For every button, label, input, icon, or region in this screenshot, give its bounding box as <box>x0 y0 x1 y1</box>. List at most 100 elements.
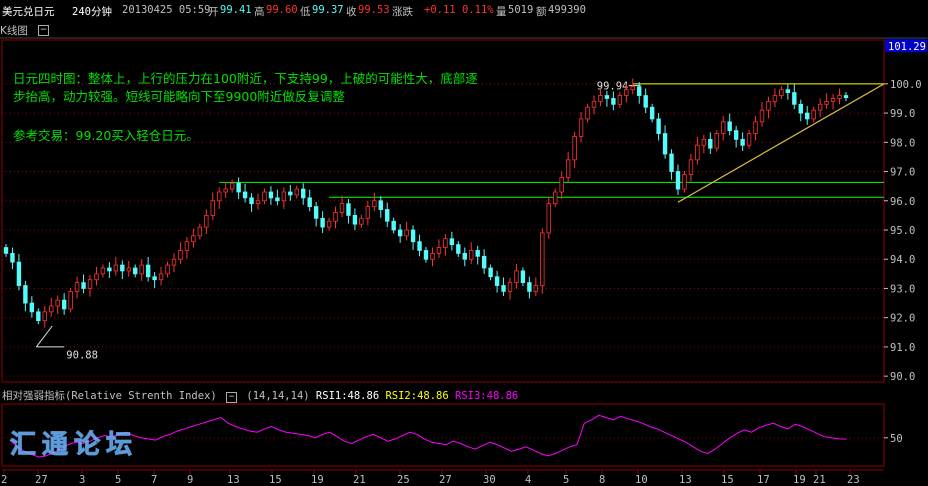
candle-body <box>320 217 325 228</box>
price-tick-label: 96.0 <box>890 196 915 208</box>
candle-body <box>326 220 332 228</box>
candle-body <box>617 95 623 105</box>
candle-body <box>275 197 280 202</box>
annotation-line-1: 日元四时图：整体上，上行的压力在100附近，下支持99，上破的可能性大，底部逐 <box>13 71 478 86</box>
candle-body <box>229 182 235 190</box>
annotation-line-2: 步抬高，动力较强。短线可能略向下至9900附近做反复调整 <box>13 89 345 104</box>
low-marker-line <box>35 325 53 348</box>
candle-body <box>36 311 41 322</box>
candle-body <box>436 247 442 254</box>
candle-body <box>204 214 209 228</box>
candle-body <box>805 112 810 120</box>
candle-body <box>178 250 183 260</box>
candle-body <box>553 191 558 205</box>
date-tick-label: 2 <box>1 474 7 486</box>
date-tick-label: 27 <box>35 474 48 486</box>
candle-body <box>779 89 784 96</box>
candle-body <box>61 299 67 310</box>
candle-body <box>746 133 752 146</box>
candle-body <box>501 285 506 292</box>
price-tick-label: 99.0 <box>890 108 915 120</box>
candle-body <box>378 200 383 210</box>
candle-body <box>830 98 836 102</box>
candle-body <box>475 250 480 257</box>
candle-body <box>766 100 771 111</box>
candle-body <box>630 86 635 91</box>
candle-body <box>662 133 668 155</box>
date-tick-label: 5 <box>115 474 121 486</box>
high-price-label: 99.94 <box>597 81 629 93</box>
candle-body <box>565 159 571 178</box>
candle-body <box>417 241 422 251</box>
candle-body <box>397 229 403 237</box>
candle-body <box>68 290 73 310</box>
candle-body <box>346 203 351 216</box>
candle-body <box>87 279 93 289</box>
price-tick-label: 98.0 <box>890 137 915 149</box>
candle-body <box>242 191 248 199</box>
date-tick-label: 19 <box>793 474 806 486</box>
price-tick-label: 93.0 <box>890 283 915 295</box>
candle-body <box>339 203 345 213</box>
candle-body <box>352 214 358 225</box>
date-tick-label: 21 <box>353 474 366 486</box>
candle-body <box>740 138 745 146</box>
candle-body <box>572 136 577 161</box>
candle-body <box>120 264 125 272</box>
candle-body <box>217 191 222 202</box>
candle-body <box>598 95 603 102</box>
candle-body <box>249 197 254 205</box>
candle-body <box>759 109 765 123</box>
candle-body <box>268 191 274 199</box>
candle-body <box>514 270 519 284</box>
date-tick-label: 3 <box>79 474 85 486</box>
candle-body <box>152 276 157 281</box>
candle-body <box>701 138 707 146</box>
candle-body <box>301 188 306 199</box>
candle-body <box>591 100 597 108</box>
candle-body <box>656 118 661 134</box>
date-tick-label: 23 <box>847 474 860 486</box>
candle-body <box>197 226 203 237</box>
candle-body <box>100 267 106 275</box>
candle-body <box>23 285 28 304</box>
candle-body <box>449 238 455 246</box>
price-tick-label: 90.0 <box>890 371 915 383</box>
candle-body <box>158 273 164 281</box>
candle-body <box>223 188 228 193</box>
rsi-collapse-icon[interactable]: − <box>226 392 238 403</box>
date-tick-label: 15 <box>721 474 734 486</box>
candle-body <box>423 250 429 260</box>
candle-body <box>682 174 687 190</box>
current-price-label: 101.29 <box>888 41 926 53</box>
candle-body <box>559 176 564 193</box>
date-tick-label: 7 <box>151 474 157 486</box>
date-tick-label: 15 <box>269 474 282 486</box>
candle-body <box>313 206 319 219</box>
candle-body <box>133 267 138 275</box>
candle-body <box>527 282 532 292</box>
candle-body <box>585 106 590 120</box>
candle-body <box>624 89 629 96</box>
candle-body <box>262 191 267 202</box>
candle-body <box>365 206 371 219</box>
candle-body <box>307 197 312 208</box>
candle-body <box>94 273 99 281</box>
candle-body <box>578 118 584 137</box>
candle-body <box>733 130 739 140</box>
candle-body <box>708 138 713 149</box>
candle-body <box>16 261 22 286</box>
candle-body <box>481 255 487 269</box>
candle-body <box>410 229 416 243</box>
candle-body <box>792 92 797 105</box>
candle-body <box>675 171 681 190</box>
candle-body <box>546 203 551 234</box>
rsi-name: 相对强弱指标(Relative Strenth Index) <box>2 390 217 402</box>
candle-body <box>604 95 610 99</box>
candle-body <box>533 285 539 292</box>
price-axis: 100.0 99.0 98.0 97.0 96.0 95.0 94.0 93.0 92.0 91.… <box>884 39 927 383</box>
date-axis: 2 27 3 5 7 9 13 15 19 21 25 27 30 4 5 8 10 13 15 17 19 21 23 <box>1 469 884 486</box>
date-tick-label: 13 <box>679 474 692 486</box>
candlesticks <box>3 78 849 328</box>
candle-body <box>171 258 177 266</box>
